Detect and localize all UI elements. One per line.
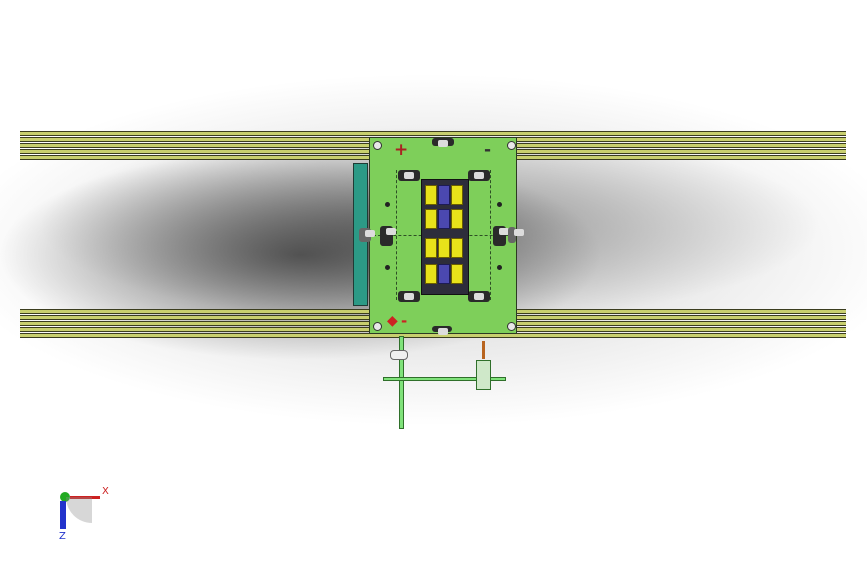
pulley[interactable]	[390, 350, 408, 360]
plus-terminal-icon: +	[394, 140, 409, 160]
holder-clip	[398, 170, 420, 181]
pin	[482, 341, 485, 359]
screw	[497, 202, 502, 207]
screw	[385, 265, 390, 270]
minus-terminal-red-icon: -	[401, 312, 408, 330]
bottom-connector	[432, 326, 452, 335]
holder-clip	[398, 291, 420, 302]
right-latch[interactable]	[508, 227, 524, 243]
x-axis-label: X	[102, 486, 109, 497]
battery-cell	[451, 185, 463, 205]
battery-cell	[451, 209, 463, 229]
slider-block[interactable]	[476, 360, 491, 390]
corner-hole	[507, 141, 516, 150]
model-viewport[interactable]: + - ◆ - X Z	[0, 0, 867, 562]
battery-cell	[438, 264, 450, 284]
minus-terminal-icon: -	[484, 140, 492, 160]
guide-line	[396, 170, 397, 300]
left-latch[interactable]	[359, 228, 375, 242]
battery-cell	[438, 209, 450, 229]
holder-clip	[380, 226, 396, 246]
battery-cell	[451, 238, 463, 258]
holder-clip	[468, 170, 490, 181]
corner-hole	[373, 322, 382, 331]
guide-line	[490, 170, 491, 300]
holder-clip	[468, 291, 490, 302]
corner-hole	[373, 141, 382, 150]
battery-cell	[425, 209, 437, 229]
screw	[497, 265, 502, 270]
battery-cell	[438, 238, 450, 258]
battery-cell	[451, 264, 463, 284]
top-connector	[432, 138, 454, 147]
arrow-left-icon: ◆	[387, 313, 398, 329]
holder-clip	[493, 226, 509, 246]
coordinate-triad-icon: X Z	[52, 485, 109, 545]
battery-cell	[425, 185, 437, 205]
screw	[385, 202, 390, 207]
battery-cell	[425, 238, 437, 258]
battery-cell	[438, 185, 450, 205]
corner-hole	[507, 322, 516, 331]
z-axis-label: Z	[59, 531, 66, 542]
battery-cell	[425, 264, 437, 284]
